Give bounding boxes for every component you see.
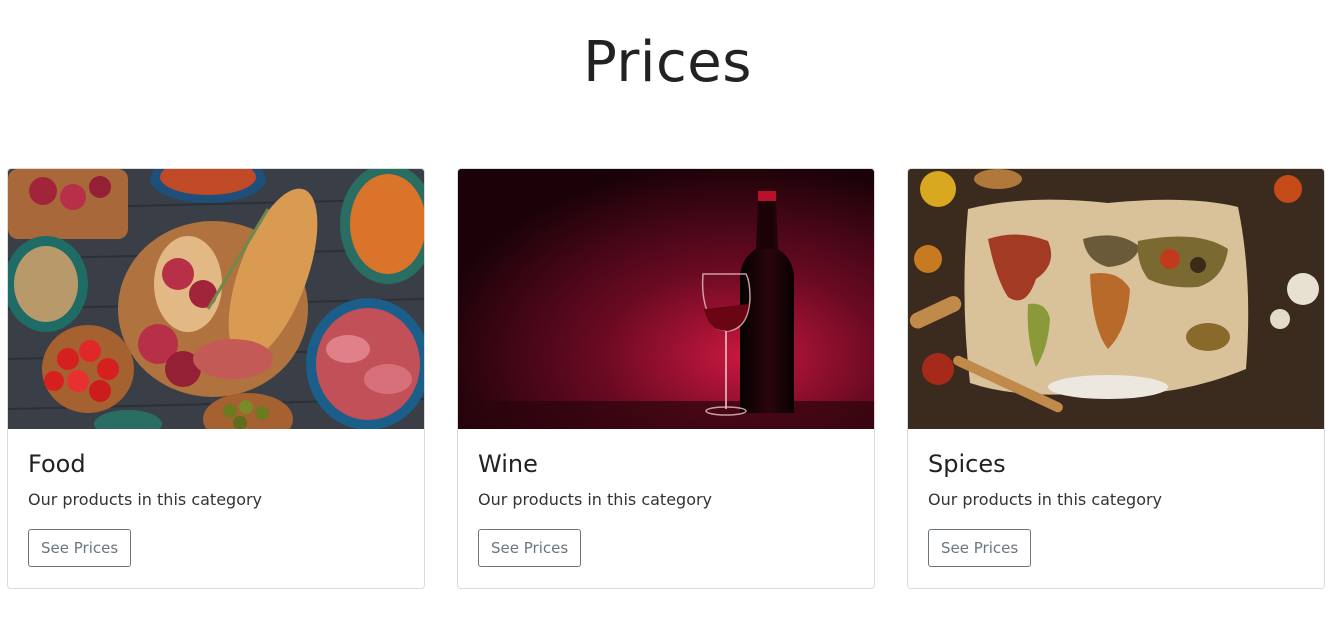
card-title: Wine: [478, 450, 538, 478]
card-text: Our products in this category: [478, 490, 713, 509]
card-title: Food: [28, 450, 86, 478]
see-prices-button-wine[interactable]: See Prices: [478, 529, 582, 567]
card-text: Our products in this category: [28, 490, 263, 509]
see-prices-button-spices[interactable]: See Prices: [928, 529, 1032, 567]
card-text: Our products in this category: [928, 490, 1163, 509]
category-card-spices: Spices Our products in this category See…: [907, 168, 1325, 589]
page-title: Prices: [583, 30, 752, 95]
see-prices-button-food[interactable]: See Prices: [28, 529, 132, 567]
card-title: Spices: [928, 450, 1006, 478]
food-image: [8, 169, 424, 429]
category-card-food: Food Our products in this category See P…: [7, 168, 425, 589]
wine-image: [458, 169, 874, 429]
spices-image: [908, 169, 1324, 429]
category-card-wine: Wine Our products in this category See P…: [457, 168, 875, 589]
